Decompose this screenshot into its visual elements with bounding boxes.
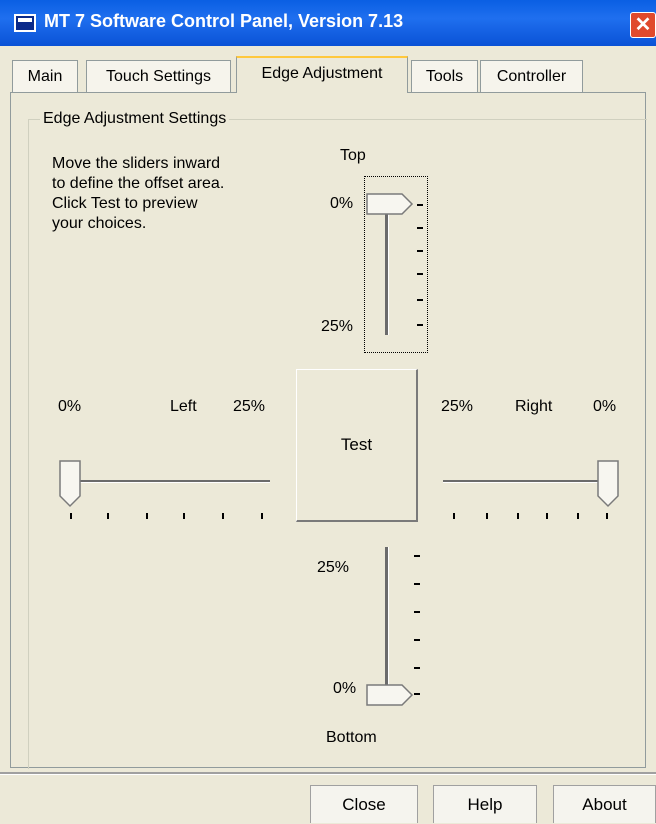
groupbox-label: Edge Adjustment Settings bbox=[40, 110, 230, 128]
window-title: MT 7 Software Control Panel, Version 7.1… bbox=[44, 11, 404, 31]
top-slider-thumb[interactable] bbox=[366, 193, 414, 215]
top-slider-tick bbox=[417, 227, 423, 229]
right-slider-label: Right bbox=[515, 398, 553, 415]
tab-controller[interactable]: Controller bbox=[480, 60, 583, 92]
bottom-slider-tick bbox=[414, 555, 420, 557]
top-slider-label: Top bbox=[340, 147, 366, 164]
top-slider-tick bbox=[417, 299, 423, 301]
help-button[interactable]: Help bbox=[433, 785, 537, 823]
right-slider-tick bbox=[606, 513, 608, 519]
close-button[interactable]: Close bbox=[310, 785, 418, 823]
bottom-slider-track[interactable] bbox=[385, 547, 389, 692]
left-slider-tick bbox=[70, 513, 72, 519]
top-slider-tick bbox=[417, 324, 423, 326]
bottom-slider-tick bbox=[414, 693, 420, 695]
tab-tools[interactable]: Tools bbox=[411, 60, 478, 92]
instructions-text: Move the sliders inward to define the of… bbox=[52, 155, 225, 232]
top-slider-min-label: 0% bbox=[330, 195, 354, 212]
footer-separator bbox=[0, 772, 656, 775]
right-slider-tick bbox=[453, 513, 455, 519]
left-slider-min-label: 0% bbox=[58, 398, 82, 415]
bottom-slider-label: Bottom bbox=[326, 729, 377, 746]
bottom-slider-tick bbox=[414, 611, 420, 613]
tab-edge-adjustment[interactable]: Edge Adjustment bbox=[236, 56, 408, 93]
tab-main[interactable]: Main bbox=[12, 60, 78, 92]
right-slider-tick bbox=[577, 513, 579, 519]
test-button[interactable]: Test bbox=[296, 369, 418, 522]
bottom-slider-tick bbox=[414, 583, 420, 585]
top-slider-track[interactable] bbox=[385, 200, 389, 335]
right-slider-tick bbox=[486, 513, 488, 519]
left-slider-thumb[interactable] bbox=[59, 460, 83, 508]
left-slider-track[interactable] bbox=[70, 480, 270, 483]
bottom-slider-max-label: 25% bbox=[317, 559, 350, 576]
title-bar: MT 7 Software Control Panel, Version 7.1… bbox=[0, 0, 656, 46]
right-slider-track[interactable] bbox=[443, 480, 611, 483]
top-slider-tick bbox=[417, 204, 423, 206]
left-slider-max-label: 25% bbox=[233, 398, 266, 415]
right-slider-max-label: 25% bbox=[441, 398, 474, 415]
tab-touch-settings[interactable]: Touch Settings bbox=[86, 60, 231, 92]
top-slider-max-label: 25% bbox=[321, 318, 354, 335]
left-slider-tick bbox=[146, 513, 148, 519]
bottom-slider-tick bbox=[414, 639, 420, 641]
right-slider-min-label: 0% bbox=[593, 398, 617, 415]
left-slider-tick bbox=[261, 513, 263, 519]
bottom-slider-thumb[interactable] bbox=[366, 684, 414, 706]
bottom-slider-min-label: 0% bbox=[333, 680, 357, 697]
left-slider-tick bbox=[107, 513, 109, 519]
app-icon bbox=[14, 14, 36, 32]
right-slider-thumb[interactable] bbox=[597, 460, 621, 508]
left-slider-tick bbox=[183, 513, 185, 519]
right-slider-tick bbox=[546, 513, 548, 519]
left-slider-tick bbox=[222, 513, 224, 519]
top-slider-tick bbox=[417, 273, 423, 275]
left-slider-label: Left bbox=[170, 398, 197, 415]
close-window-button[interactable]: ✕ bbox=[630, 12, 656, 38]
about-button[interactable]: About bbox=[553, 785, 656, 823]
bottom-slider-tick bbox=[414, 667, 420, 669]
top-slider-tick bbox=[417, 250, 423, 252]
right-slider-tick bbox=[517, 513, 519, 519]
